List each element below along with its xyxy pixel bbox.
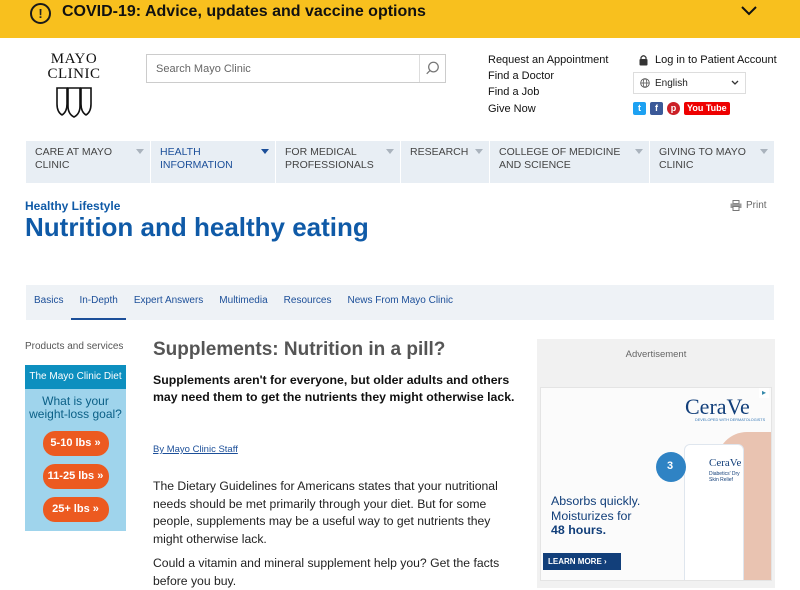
tab-resources[interactable]: Resources [276,285,340,320]
dropdown-arrow-icon [635,149,643,154]
advertisement-box: Advertisement ▸ CeraVe DEVELOPED WITH DE… [537,339,775,588]
main-nav: CARE AT MAYO CLINIC HEALTH INFORMATION F… [26,141,774,183]
diet-goal-button-1[interactable]: 5-10 lbs » [42,431,109,456]
search-box[interactable] [146,54,446,83]
dropdown-arrow-icon [386,149,394,154]
chevron-down-icon[interactable] [740,2,758,20]
tab-multimedia[interactable]: Multimedia [211,285,275,320]
chevron-down-icon [731,80,739,85]
article-heading: Supplements: Nutrition in a pill? [153,339,446,360]
search-input[interactable] [147,55,421,82]
tab-in-depth[interactable]: In-Depth [71,285,126,320]
page-title: Nutrition and healthy eating [25,212,369,242]
advertisement-label: Advertisement [625,349,687,360]
dropdown-arrow-icon [261,149,269,154]
article-paragraph-2: Could a vitamin and mineral supplement h… [153,556,500,588]
dropdown-arrow-icon [136,149,144,154]
ad-copy: Absorbs quickly. Moisturizes for 48 hour… [551,494,640,538]
tab-expert-answers[interactable]: Expert Answers [126,285,211,320]
nav-item-label: CARE AT MAYO CLINIC [35,146,113,171]
ad-product-name: Diabetics' Dry Skin Relief [709,471,740,483]
ad-product-brand: CeraVe [709,457,742,469]
ad-product-tube: CeraVe Diabetics' Dry Skin Relief [684,444,744,580]
nav-item-research[interactable]: RESEARCH [401,141,490,183]
diet-promo-question: What is your weight-loss goal? [29,394,122,421]
byline-link[interactable]: By Mayo Clinic Staff [153,444,238,455]
ad-copy-line2: Moisturizes for [551,508,632,523]
nav-item-label: FOR MEDICAL PROFESSIONALS [285,146,374,171]
ad-ceramides-seal: 3 [656,452,686,482]
diet-promo-header: The Mayo Clinic Diet [25,365,126,389]
covid-banner[interactable]: ! COVID-19: Advice, updates and vaccine … [0,0,800,38]
find-job-link[interactable]: Find a Job [488,84,608,100]
dropdown-arrow-icon [760,149,768,154]
language-select[interactable]: English [633,72,746,94]
language-value: English [655,77,688,89]
ad-copy-line3: 48 hours. [551,523,607,537]
logo-line1: MAYO [50,51,98,67]
lock-icon [639,55,648,66]
nav-item-label: GIVING TO MAYO CLINIC [659,146,746,171]
ad-brand: CeraVe [685,394,750,419]
nav-item-giving[interactable]: GIVING TO MAYO CLINIC [650,141,774,183]
logo-line2: CLINIC [47,66,101,82]
nav-item-label: RESEARCH [410,146,469,158]
facebook-icon[interactable]: f [650,102,663,115]
sub-navigation: Basics In-Depth Expert Answers Multimedi… [26,285,774,320]
ad-seal-number: 3 [667,460,674,472]
diet-goal-button-2[interactable]: 11-25 lbs » [42,464,109,489]
diet-promo[interactable]: The Mayo Clinic Diet What is your weight… [25,365,126,531]
mayo-clinic-logo[interactable]: MAYO CLINIC [44,52,104,122]
cerave-ad[interactable]: ▸ CeraVe DEVELOPED WITH DERMATOLOGISTS C… [540,387,772,581]
tab-basics[interactable]: Basics [26,285,71,320]
nav-item-health-information[interactable]: HEALTH INFORMATION [151,141,276,183]
pinterest-icon[interactable]: p [667,102,680,115]
diet-goal-button-3[interactable]: 25+ lbs » [42,497,109,522]
give-now-link[interactable]: Give Now [488,101,608,117]
products-services-label: Products and services [25,341,124,352]
print-button[interactable]: Print [730,200,767,211]
login-link[interactable]: Log in to Patient Account [638,52,777,68]
shield-logo-icon [56,87,92,118]
print-label: Print [746,200,767,211]
article-paragraph-1: The Dietary Guidelines for Americans sta… [153,479,498,546]
dropdown-arrow-icon [475,149,483,154]
search-icon[interactable] [419,55,445,82]
ad-brand-tag: DEVELOPED WITH DERMATOLOGISTS [695,418,766,422]
login-label: Log in to Patient Account [655,54,777,66]
account-area: Log in to Patient Account [638,52,777,68]
find-doctor-link[interactable]: Find a Doctor [488,68,608,84]
section-label[interactable]: Healthy Lifestyle [25,199,120,213]
printer-icon [730,200,742,211]
twitter-icon[interactable]: t [633,102,646,115]
alert-icon: ! [30,3,51,24]
tab-news[interactable]: News From Mayo Clinic [339,285,461,320]
ad-learn-more-button[interactable]: LEARN MORE › [543,553,621,570]
adchoices-icon[interactable]: ▸ [759,388,769,398]
quick-links: Request an Appointment Find a Doctor Fin… [488,52,608,117]
nav-item-medical-professionals[interactable]: FOR MEDICAL PROFESSIONALS [276,141,401,183]
nav-item-label: COLLEGE OF MEDICINE AND SCIENCE [499,146,621,171]
globe-icon [640,78,650,88]
nav-item-college[interactable]: COLLEGE OF MEDICINE AND SCIENCE [490,141,650,183]
social-links: t f p You Tube [633,102,730,115]
youtube-icon[interactable]: You Tube [684,102,730,115]
article-lead: Supplements aren't for everyone, but old… [153,373,515,404]
request-appointment-link[interactable]: Request an Appointment [488,52,608,68]
nav-item-care[interactable]: CARE AT MAYO CLINIC [26,141,151,183]
covid-banner-text[interactable]: COVID-19: Advice, updates and vaccine op… [62,3,426,21]
ad-copy-line1: Absorbs quickly. [551,494,641,508]
nav-item-label: HEALTH INFORMATION [160,146,233,171]
